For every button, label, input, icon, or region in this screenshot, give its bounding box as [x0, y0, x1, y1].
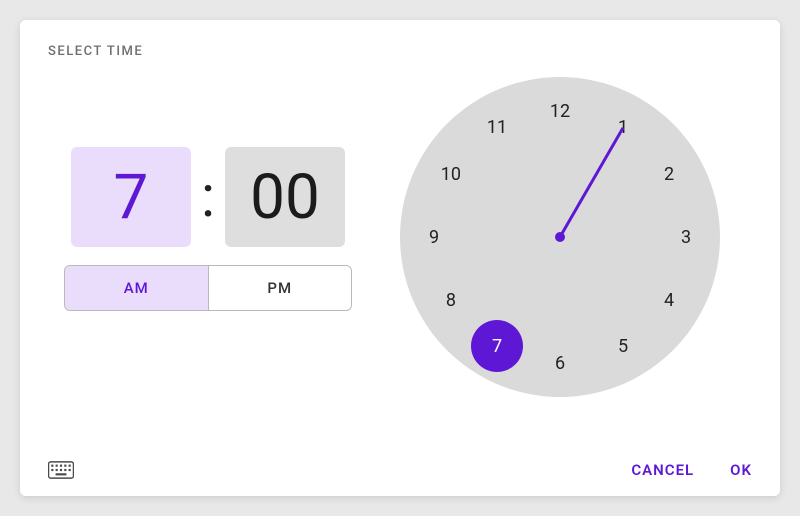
clock-number-9[interactable]: 9: [418, 221, 450, 253]
hour-field[interactable]: 7: [71, 147, 191, 247]
time-picker-dialog: SELECT TIME 7 : 00 AM PM 7 1212345678910…: [20, 20, 780, 496]
keyboard-icon[interactable]: [48, 460, 74, 480]
clock-number-6[interactable]: 6: [544, 347, 576, 379]
clock-pane: 7 121234567891011: [368, 69, 752, 397]
clock-number-5[interactable]: 5: [607, 330, 639, 362]
am-button[interactable]: AM: [65, 266, 208, 310]
clock-hand: [559, 127, 625, 238]
clock-center-dot: [555, 232, 565, 242]
ok-button[interactable]: OK: [730, 461, 752, 479]
clock-number-8[interactable]: 8: [435, 284, 467, 316]
time-separator: :: [201, 168, 215, 226]
clock-number-12[interactable]: 12: [544, 95, 576, 127]
clock-number-2[interactable]: 2: [653, 158, 685, 190]
clock-number-3[interactable]: 3: [670, 221, 702, 253]
pm-button[interactable]: PM: [208, 266, 352, 310]
dialog-footer: CANCEL OK: [48, 460, 752, 480]
clock-number-4[interactable]: 4: [653, 284, 685, 316]
time-display-row: 7 : 00: [48, 147, 368, 247]
clock-face[interactable]: 7 121234567891011: [400, 77, 720, 397]
cancel-button[interactable]: CANCEL: [631, 461, 694, 479]
clock-selection-thumb[interactable]: 7: [471, 320, 523, 372]
dialog-title: SELECT TIME: [48, 44, 752, 59]
minute-field[interactable]: 00: [225, 147, 345, 247]
dialog-content: 7 : 00 AM PM 7 121234567891011: [48, 69, 752, 397]
clock-number-10[interactable]: 10: [435, 158, 467, 190]
time-input-pane: 7 : 00 AM PM: [48, 69, 368, 397]
period-toggle: AM PM: [64, 265, 352, 311]
clock-number-11[interactable]: 11: [481, 112, 513, 144]
action-buttons: CANCEL OK: [631, 461, 752, 479]
